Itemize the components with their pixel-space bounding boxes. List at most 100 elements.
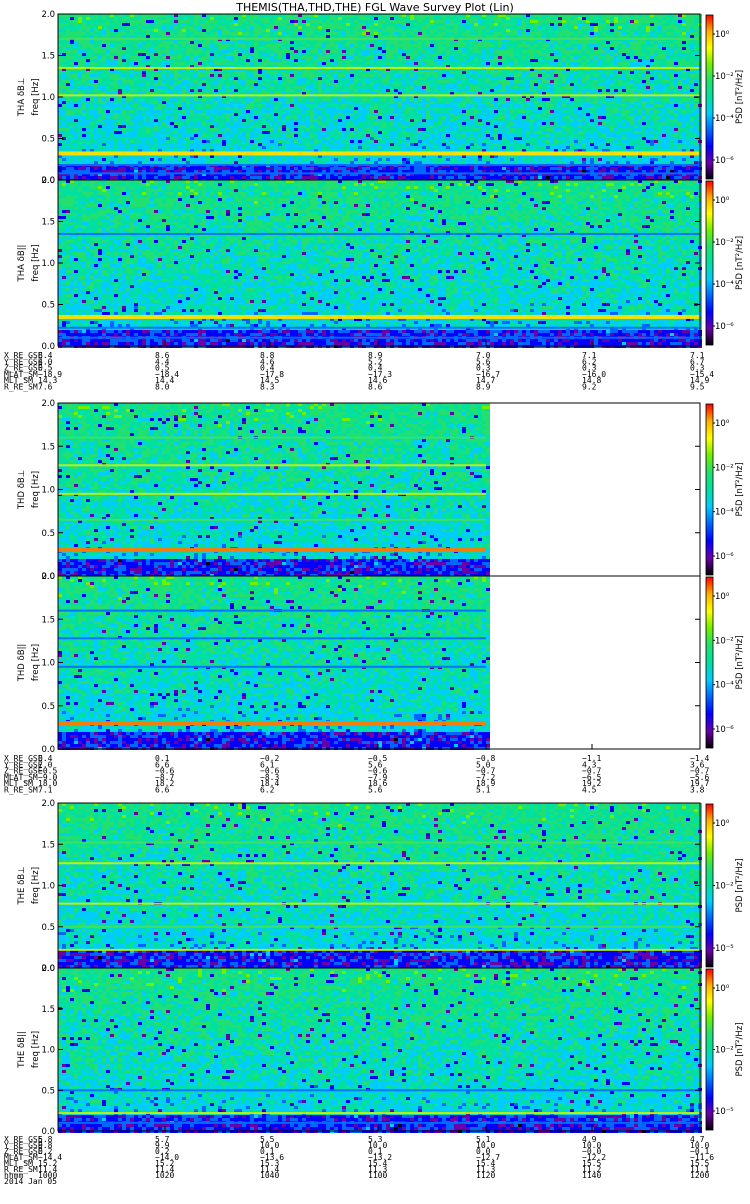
y-tick-label: 1.0	[41, 93, 55, 103]
colorbar-tick-label: 10⁻⁶	[715, 156, 734, 166]
colorbar-tick-label: 10⁻²	[715, 636, 734, 646]
y-tick-label: 0.5	[41, 923, 55, 933]
panel-label: THE δB||	[17, 1031, 27, 1068]
spectral-band	[58, 151, 700, 155]
ephemeris-table-2: X_RE_GSE0.40.1−0.2−0.5−0.8−1.1−1.4Y_RE_G…	[4, 754, 709, 795]
spectrogram-panel-1: 0.00.51.01.52.0THA δB⊥freq [Hz]10⁰10⁻²10…	[17, 10, 745, 186]
colorbar-tick-label: 10⁰	[715, 819, 730, 829]
y-tick-label: 2.0	[41, 799, 55, 809]
y-tick-label: 1.0	[41, 259, 55, 269]
panel-label: THD δB⊥	[17, 470, 27, 510]
spectrogram-cells	[58, 968, 702, 1133]
y-axis-label: freq [Hz]	[31, 244, 41, 281]
ephemeris-value: 1040	[260, 1171, 279, 1180]
colorbar-label: PSD [nT²/Hz]	[735, 236, 745, 290]
colorbar	[706, 969, 713, 1130]
colorbar-label: PSD [nT²/Hz]	[735, 635, 745, 689]
y-tick-label: 1.5	[41, 615, 55, 625]
spectral-band	[58, 721, 486, 725]
colorbar	[706, 404, 713, 575]
y-axis-label: freq [Hz]	[31, 867, 41, 904]
spectrogram-panel-6: 0.00.51.01.52.0THE δB||freq [Hz]10⁰10⁻²1…	[17, 964, 745, 1137]
colorbar-tick-label: 10⁰	[715, 984, 730, 994]
spectral-band	[58, 862, 700, 864]
spectrogram-panel-3: 0.00.51.01.52.0THD δB⊥freq [Hz]10⁰10⁻²10…	[17, 399, 745, 582]
ephemeris-value: 1140	[582, 1171, 601, 1180]
colorbar-label: PSD [nT²/Hz]	[735, 858, 745, 912]
y-tick-label: 0.5	[41, 702, 55, 712]
ephemeris-row-label: R_RE_SM	[4, 383, 38, 392]
panel-label: THA δB⊥	[17, 78, 27, 118]
wave-survey-figure: THEMIS(THA,THD,THE) FGL Wave Survey Plot…	[0, 0, 750, 1200]
spectral-band	[58, 548, 486, 552]
colorbar-tick-label: 10⁻⁶	[715, 552, 734, 562]
spectral-band	[58, 327, 700, 329]
plot-title: THEMIS(THA,THD,THE) FGL Wave Survey Plot…	[235, 1, 514, 14]
y-axis-label: freq [Hz]	[31, 471, 41, 508]
spectral-band	[58, 437, 486, 439]
colorbar-tick-label: 10⁻²	[715, 1046, 734, 1056]
spectral-band	[58, 610, 486, 612]
ephemeris-value: 6.2	[260, 786, 275, 795]
ephemeris-value: 8.0	[155, 383, 170, 392]
spectral-band	[58, 1089, 700, 1091]
y-tick-label: 2.0	[41, 964, 55, 974]
colorbar-tick-label: 10⁻⁴	[715, 681, 734, 691]
colorbar-tick-label: 10⁻²	[715, 72, 734, 82]
spectral-band	[58, 926, 700, 928]
ephemeris-value: 8.3	[260, 383, 275, 392]
ephemeris-table-3: X_RE_GSE5.85.75.55.35.14.94.7Y_RE_GSE9.8…	[4, 1135, 714, 1186]
colorbar	[706, 181, 713, 345]
spectral-band	[58, 842, 700, 844]
ephemeris-table-1: X_RE_GSE8.48.68.88.97.07.17.1Y_RE_GSE4.0…	[4, 351, 714, 392]
spectrogram-cells	[58, 803, 702, 968]
spectral-band	[58, 164, 700, 166]
ephemeris-value: 5.6	[368, 786, 383, 795]
spectral-band	[58, 666, 486, 668]
y-tick-label: 2.0	[41, 399, 55, 409]
y-tick-label: 0.5	[41, 135, 55, 145]
colorbar-tick-label: 10⁻⁵	[715, 1107, 734, 1117]
colorbar-tick-label: 10⁻⁶	[715, 322, 734, 332]
colorbar-tick-label: 10⁻²	[715, 238, 734, 248]
ephemeris-value: 1200	[690, 1171, 709, 1180]
colorbar-tick-label: 10⁻⁴	[715, 508, 734, 518]
ephemeris-row-label: R_RE_SM	[4, 786, 38, 795]
colorbar	[706, 15, 713, 179]
ephemeris-value: 1100	[368, 1171, 387, 1180]
colorbar-tick-label: 10⁻⁴	[715, 280, 734, 290]
ephemeris-value: 3.8	[690, 786, 705, 795]
colorbar-tick-label: 10⁻⁵	[715, 944, 734, 954]
ephemeris-value: 1020	[155, 1171, 174, 1180]
colorbar-tick-label: 10⁻²	[715, 463, 734, 473]
y-tick-label: 1.0	[41, 486, 55, 496]
y-axis-label: freq [Hz]	[31, 644, 41, 681]
spectral-band	[58, 1122, 700, 1124]
colorbar-tick-label: 10⁰	[715, 419, 730, 429]
spectral-band	[58, 233, 700, 235]
y-axis-label: freq [Hz]	[31, 78, 41, 115]
ephemeris-value: 8.9	[476, 383, 491, 392]
ephemeris-value: 8.6	[368, 383, 383, 392]
panel-label: THA δB||	[17, 245, 27, 283]
y-tick-label: 0.5	[41, 529, 55, 539]
date-label: 2014 Jan 05	[4, 1177, 57, 1186]
y-tick-label: 1.5	[41, 442, 55, 452]
ephemeris-value: 7.6	[38, 383, 53, 392]
colorbar	[706, 577, 713, 748]
y-tick-label: 0.5	[41, 301, 55, 311]
y-tick-label: 2.0	[41, 10, 55, 20]
y-tick-label: 1.0	[41, 882, 55, 892]
panel-label: THD δB||	[17, 644, 27, 683]
colorbar-tick-label: 10⁰	[715, 592, 730, 602]
spectral-band	[58, 464, 486, 466]
spectral-band	[58, 172, 700, 174]
spectral-band	[58, 1112, 700, 1114]
y-tick-label: 0.5	[41, 1086, 55, 1096]
y-tick-label: 1.5	[41, 1005, 55, 1015]
spectrogram-panel-2: 0.00.51.01.52.0THA δB||freq [Hz]10⁰10⁻²1…	[17, 176, 745, 352]
spectrogram-panel-4: 0.00.51.01.52.0THD δB||freq [Hz]10⁰10⁻²1…	[17, 572, 745, 755]
spectral-band	[58, 337, 700, 339]
ephemeris-value: 9.2	[582, 383, 597, 392]
spectral-band	[58, 493, 486, 495]
